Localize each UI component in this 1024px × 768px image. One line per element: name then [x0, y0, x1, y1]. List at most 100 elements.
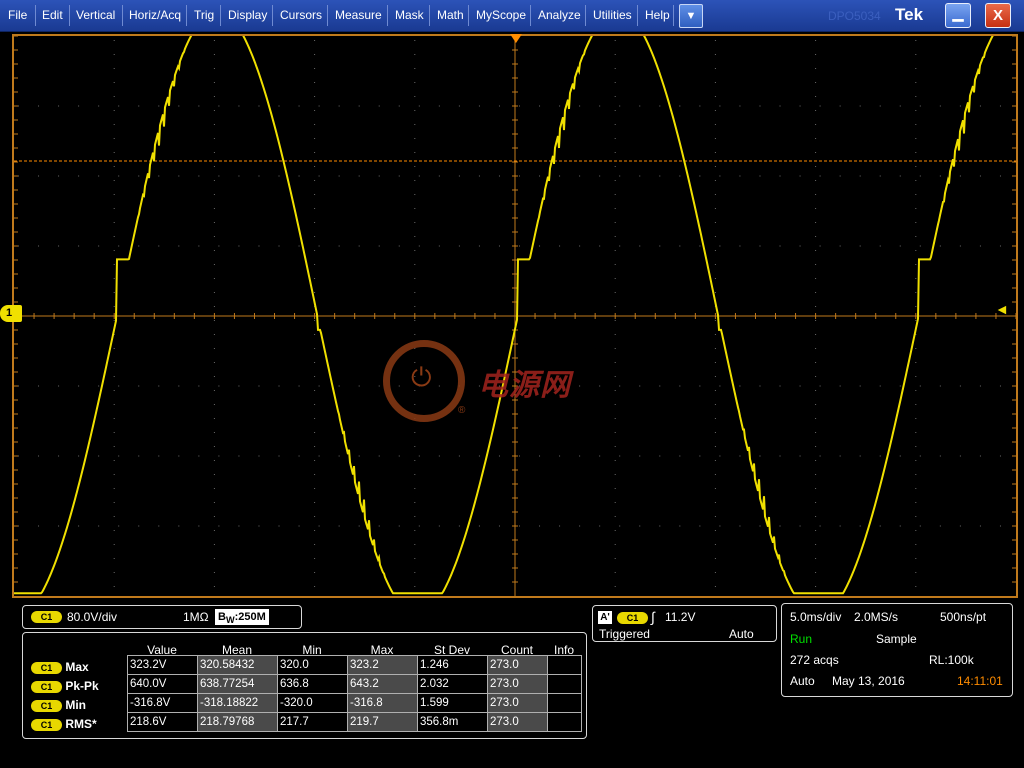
grid-dot: [113, 278, 115, 279]
table-row[interactable]: 218.6V 218.79768 217.7 219.7 356.8m 273.…: [127, 712, 582, 732]
grid-dot: [614, 586, 616, 587]
acquisition-panel[interactable]: 5.0ms/div 2.0MS/s 500ns/pt Run Sample 27…: [781, 603, 1013, 697]
grid-dot: [819, 455, 821, 457]
grid-dot: [158, 105, 160, 107]
grid-dot: [314, 264, 316, 265]
grid-dot: [815, 488, 817, 489]
grid-dot: [118, 175, 120, 177]
grid-dot: [714, 236, 716, 237]
record-length: RL:100k: [929, 653, 974, 667]
grid-dot: [218, 175, 220, 177]
close-button[interactable]: X: [985, 3, 1011, 28]
grid-dot: [113, 194, 115, 195]
grid-dot: [113, 208, 115, 209]
grid-dot: [38, 245, 40, 247]
menu-help[interactable]: Help: [645, 8, 670, 22]
menu-analyze[interactable]: Analyze: [538, 8, 581, 22]
grid-dot: [659, 175, 661, 177]
meas-row-label: C1 Pk-Pk: [31, 679, 99, 693]
grid-dot: [815, 572, 817, 573]
menu-trig[interactable]: Trig: [194, 8, 214, 22]
grid-dot: [915, 68, 917, 69]
grid-dot: [799, 105, 801, 107]
meas-mean: 218.79768: [197, 712, 278, 732]
grid-dot: [498, 105, 500, 107]
channel1-ground-marker[interactable]: 1: [0, 305, 22, 322]
grid-dot: [519, 525, 520, 527]
grid-dot: [98, 385, 100, 387]
grid-dot: [213, 502, 215, 503]
grid-dot: [759, 385, 761, 387]
grid-dot: [915, 292, 917, 293]
grid-dot: [614, 292, 616, 293]
grid-dot: [539, 105, 541, 107]
menu-horiz-acq[interactable]: Horiz/Acq: [129, 8, 181, 22]
grid-dot: [899, 525, 901, 527]
grid-dot: [599, 175, 601, 177]
table-row[interactable]: -316.8V -318.18822 -320.0 -316.8 1.599 2…: [127, 693, 582, 713]
grid-dot: [859, 385, 861, 387]
grid-dot: [38, 175, 40, 177]
grid-dot: [498, 245, 500, 247]
grid-dot: [113, 362, 115, 363]
grid-dot: [78, 525, 80, 527]
grid-dot: [699, 105, 701, 107]
watermark-registered: ®: [458, 405, 466, 416]
menu-math[interactable]: Math: [437, 8, 464, 22]
menu-utilities[interactable]: Utilities: [593, 8, 632, 22]
grid-dot: [815, 292, 817, 293]
grid-dot: [959, 385, 961, 387]
grid-dot: [919, 455, 921, 457]
menu-dropdown-button[interactable]: ▼: [679, 4, 703, 28]
grid-dot: [614, 278, 616, 279]
grid-dot: [714, 138, 716, 139]
trigger-level-marker[interactable]: ◄: [995, 301, 1009, 317]
grid-dot: [759, 175, 761, 177]
grid-dot: [298, 175, 300, 177]
grid-dot: [815, 194, 817, 195]
menu-measure[interactable]: Measure: [335, 8, 382, 22]
menu-myscope[interactable]: MyScope: [476, 8, 526, 22]
menu-mask[interactable]: Mask: [395, 8, 424, 22]
grid-dot: [414, 180, 416, 181]
grid-dot: [213, 488, 215, 489]
grid-dot: [979, 105, 981, 107]
grid-dot: [779, 245, 781, 247]
trigger-position-marker[interactable]: [510, 34, 522, 43]
grid-dot: [138, 175, 140, 177]
meas-min: 636.8: [277, 674, 348, 694]
grid-dot: [298, 385, 300, 387]
grid-dot: [859, 245, 861, 247]
channel-settings-panel[interactable]: C1 80.0V/div 1MΩ BW:250M: [22, 605, 302, 629]
grid-dot: [498, 175, 500, 177]
grid-dot: [779, 525, 781, 527]
menu-cursors[interactable]: Cursors: [280, 8, 322, 22]
grid-dot: [314, 250, 316, 251]
grid-dot: [915, 40, 917, 41]
table-row[interactable]: 323.2V 320.58432 320.0 323.2 1.246 273.0: [127, 655, 582, 675]
grid-dot: [414, 166, 416, 167]
grid-dot: [699, 175, 701, 177]
trigger-panel[interactable]: A' C1 ∫ 11.2V Triggered Auto: [592, 605, 777, 642]
grid-dot: [414, 460, 416, 461]
menu-file[interactable]: File: [8, 8, 27, 22]
menu-display[interactable]: Display: [228, 8, 267, 22]
grid-dot: [213, 236, 215, 237]
menu-edit[interactable]: Edit: [42, 8, 63, 22]
grid-dot: [78, 385, 80, 387]
grid-dot: [158, 175, 160, 177]
grid-dot: [113, 432, 115, 433]
measurement-panel[interactable]: Value Mean Min Max St Dev Count Info C1 …: [22, 632, 587, 739]
grid-dot: [714, 152, 716, 153]
grid-dot: [178, 385, 180, 387]
waveform-display[interactable]: [12, 34, 1018, 598]
grid-dot: [619, 525, 621, 527]
grid-dot: [739, 105, 741, 107]
table-row[interactable]: 640.0V 638.77254 636.8 643.2 2.032 273.0: [127, 674, 582, 694]
grid-dot: [458, 245, 460, 247]
grid-dot: [213, 222, 215, 223]
minimize-button[interactable]: ▁: [945, 3, 971, 28]
grid-dot: [614, 516, 616, 517]
grid-dot: [799, 455, 801, 457]
menu-vertical[interactable]: Vertical: [76, 8, 115, 22]
